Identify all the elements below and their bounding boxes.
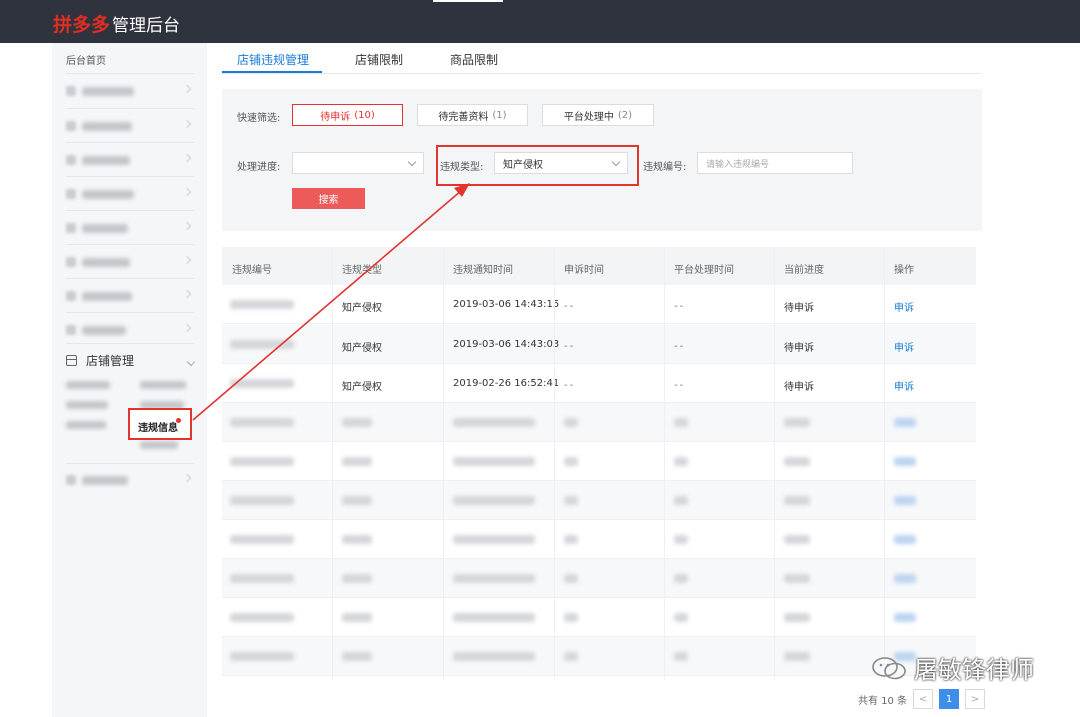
prev-page-button[interactable]: < (913, 689, 934, 709)
admin-page: 拼多多 管理后台 后台首页 店铺管理 违规信息 店铺违规管理 店铺限制 商品限制… (0, 0, 1080, 717)
watermark: 屠敏锋律师 (870, 650, 1034, 685)
page-button-current[interactable]: 1 (939, 689, 960, 709)
watermark-text: 屠敏锋律师 (914, 656, 1034, 684)
arrow-line (192, 189, 463, 421)
annotation-arrow (192, 183, 470, 421)
wechat-icon (872, 656, 906, 679)
pagination: 共有 10 条 < 1 > (858, 688, 991, 710)
total-count: 共有 10 条 (858, 695, 908, 707)
next-page-button[interactable]: > (965, 689, 986, 709)
